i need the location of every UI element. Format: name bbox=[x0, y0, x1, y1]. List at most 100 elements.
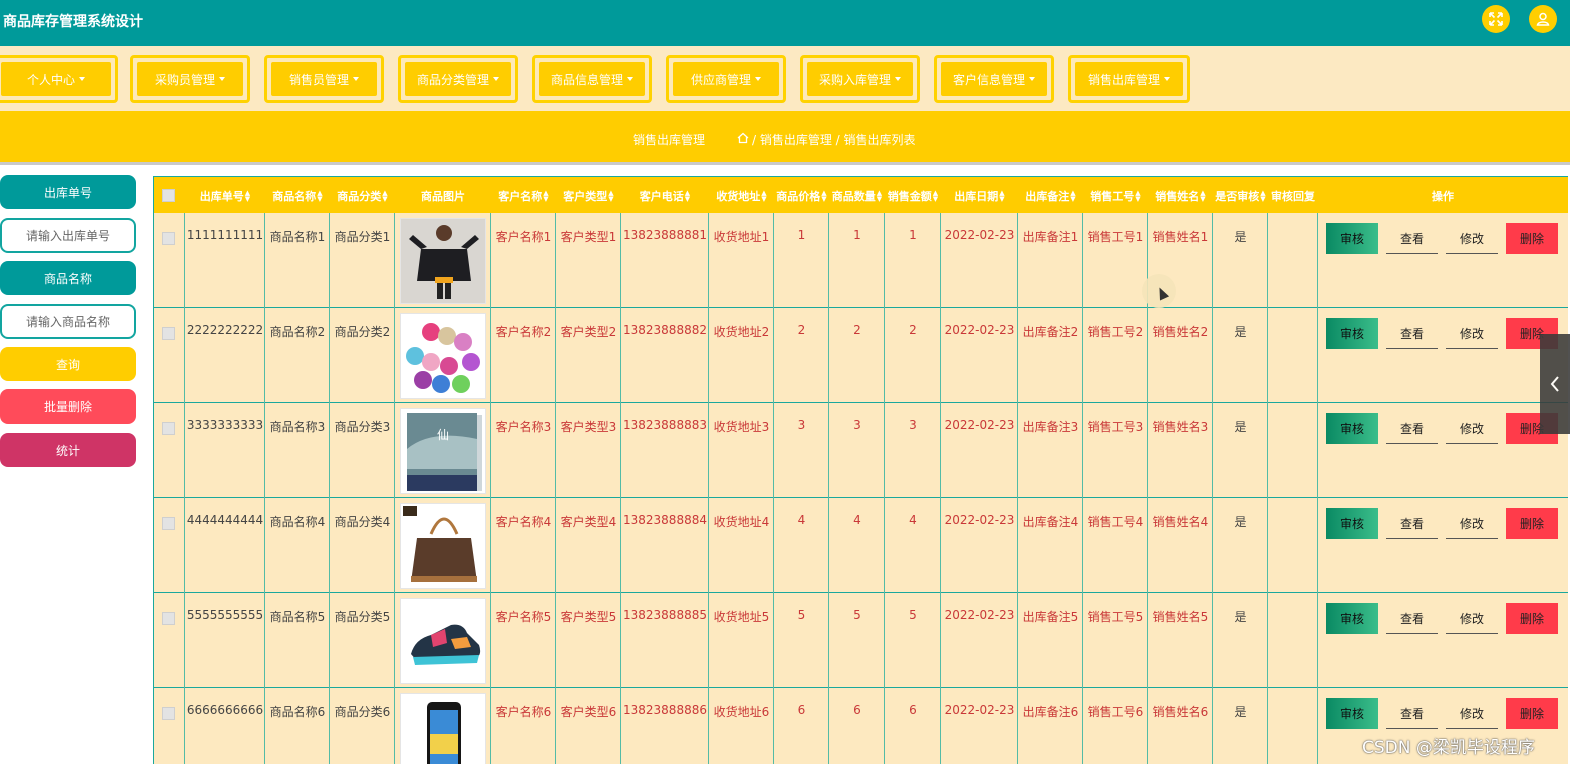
cell-price: 4 bbox=[797, 513, 806, 527]
cell-audited: 是 bbox=[1234, 325, 1247, 339]
batch-delete-button[interactable]: 批量删除 bbox=[0, 389, 136, 424]
nav-label: 销售出库管理 bbox=[1087, 72, 1160, 87]
view-button[interactable]: 查看 bbox=[1386, 318, 1438, 349]
product-name-input[interactable]: 请输入商品名称 bbox=[0, 304, 136, 339]
row-checkbox[interactable] bbox=[162, 517, 175, 530]
view-button[interactable]: 查看 bbox=[1386, 698, 1438, 729]
row-checkbox[interactable] bbox=[162, 612, 175, 625]
query-button[interactable]: 查询 bbox=[0, 347, 136, 381]
audit-button[interactable]: 审核 bbox=[1326, 223, 1378, 254]
cell-order: 4444444444 bbox=[186, 513, 264, 527]
col-order-no[interactable]: 出库单号 ▲ ▼ bbox=[185, 177, 265, 214]
nav-item-customer[interactable]: 客户信息管理 bbox=[934, 55, 1054, 103]
delete-button[interactable]: 删除 bbox=[1506, 603, 1558, 634]
cell-staff-no: 销售工号2 bbox=[1087, 325, 1144, 339]
order-no-input[interactable]: 请输入出库单号 bbox=[0, 218, 136, 253]
product-image[interactable] bbox=[400, 313, 486, 399]
audit-button[interactable]: 审核 bbox=[1326, 413, 1378, 444]
cell-amount: 6 bbox=[909, 703, 917, 717]
col-product-name[interactable]: 商品名称 ▲ ▼ bbox=[265, 177, 330, 214]
product-image[interactable] bbox=[400, 218, 486, 304]
nav-item-salesperson[interactable]: 销售员管理 bbox=[264, 55, 384, 103]
user-icon[interactable] bbox=[1529, 5, 1557, 33]
col-date[interactable]: 出库日期 ▲ ▼ bbox=[941, 177, 1018, 214]
header-label: 销售工号 bbox=[1090, 189, 1135, 203]
edit-button[interactable]: 修改 bbox=[1446, 698, 1498, 729]
svg-text:仙: 仙 bbox=[437, 428, 449, 442]
delete-button[interactable]: 删除 bbox=[1506, 698, 1558, 729]
col-staff-name[interactable]: 销售姓名 ▲ ▼ bbox=[1148, 177, 1213, 214]
edit-button[interactable]: 修改 bbox=[1446, 508, 1498, 539]
cell-address: 收货地址2 bbox=[713, 325, 770, 339]
header-label: 商品数量 bbox=[831, 189, 876, 203]
row-checkbox[interactable] bbox=[162, 232, 175, 245]
edit-button[interactable]: 修改 bbox=[1446, 318, 1498, 349]
delete-button[interactable]: 删除 bbox=[1506, 508, 1558, 539]
home-icon[interactable] bbox=[737, 132, 749, 147]
cell-audited: 是 bbox=[1234, 610, 1247, 624]
col-address[interactable]: 收货地址 ▲ ▼ bbox=[709, 177, 774, 214]
audit-button[interactable]: 审核 bbox=[1326, 508, 1378, 539]
col-amount[interactable]: 销售金额 ▲ ▼ bbox=[885, 177, 941, 214]
cell-qty: 4 bbox=[853, 513, 861, 527]
nav-label: 商品信息管理 bbox=[550, 72, 623, 87]
cell-address: 收货地址3 bbox=[713, 420, 770, 434]
header-label: 销售金额 bbox=[887, 189, 932, 203]
edit-button[interactable]: 修改 bbox=[1446, 413, 1498, 444]
col-audited[interactable]: 是否审核 ▲ ▼ bbox=[1213, 177, 1268, 214]
view-button[interactable]: 查看 bbox=[1386, 413, 1438, 444]
col-phone[interactable]: 客户电话 ▲ ▼ bbox=[621, 177, 709, 214]
table-row: 1111111111 商品名称1 商品分类1 客户名称1 客户类型1 1382388888… bbox=[153, 213, 1568, 308]
header-label: 商品分类 bbox=[337, 189, 382, 203]
fullscreen-icon[interactable] bbox=[1482, 5, 1510, 33]
audit-button[interactable]: 审核 bbox=[1326, 603, 1378, 634]
product-image[interactable] bbox=[400, 693, 486, 764]
select-all-checkbox[interactable] bbox=[162, 189, 175, 202]
col-qty[interactable]: 商品数量 ▲ ▼ bbox=[829, 177, 885, 214]
nav-item-product-info[interactable]: 商品信息管理 bbox=[532, 55, 652, 103]
cell-name: 商品名称3 bbox=[269, 420, 326, 434]
cell-date: 2022-02-23 bbox=[944, 608, 1015, 622]
col-note[interactable]: 出库备注 ▲ ▼ bbox=[1018, 177, 1083, 214]
col-category[interactable]: 商品分类 ▲ ▼ bbox=[330, 177, 395, 214]
col-staff-no[interactable]: 销售工号 ▲ ▼ bbox=[1083, 177, 1148, 214]
product-image[interactable] bbox=[400, 598, 486, 684]
product-image[interactable]: 仙 bbox=[400, 408, 486, 494]
col-customer[interactable]: 客户名称 ▲ ▼ bbox=[491, 177, 556, 214]
nav-item-sales-out[interactable]: 销售出库管理 bbox=[1068, 55, 1190, 103]
cell-note: 出库备注5 bbox=[1022, 610, 1079, 624]
cell-ctype: 客户类型1 bbox=[560, 230, 617, 244]
cell-ctype: 客户类型3 bbox=[560, 420, 617, 434]
row-checkbox[interactable] bbox=[162, 422, 175, 435]
view-button[interactable]: 查看 bbox=[1386, 223, 1438, 254]
header-label: 商品图片 bbox=[421, 189, 465, 203]
cell-note: 出库备注1 bbox=[1022, 230, 1079, 244]
cell-price: 5 bbox=[797, 608, 806, 622]
nav-item-personal-center[interactable]: 个人中心 bbox=[0, 55, 118, 103]
audit-button[interactable]: 审核 bbox=[1326, 318, 1378, 349]
row-checkbox[interactable] bbox=[162, 327, 175, 340]
product-image[interactable] bbox=[400, 503, 486, 589]
side-panel-toggle[interactable] bbox=[1540, 334, 1570, 434]
breadcrumb-path[interactable]: / 销售出库管理 / 销售出库列表 bbox=[752, 131, 916, 148]
cell-customer: 客户名称3 bbox=[495, 420, 552, 434]
col-actions: 操作 bbox=[1318, 177, 1568, 214]
row-checkbox[interactable] bbox=[162, 707, 175, 720]
view-button[interactable]: 查看 bbox=[1386, 508, 1438, 539]
audit-button[interactable]: 审核 bbox=[1326, 698, 1378, 729]
nav-item-supplier[interactable]: 供应商管理 bbox=[666, 55, 786, 103]
nav-item-purchaser[interactable]: 采购员管理 bbox=[130, 55, 250, 103]
col-price[interactable]: 商品价格 ▲ ▼ bbox=[774, 177, 829, 214]
header-label: 审核回复 bbox=[1271, 189, 1315, 203]
delete-button[interactable]: 删除 bbox=[1506, 223, 1558, 254]
nav-item-purchase-in[interactable]: 采购入库管理 bbox=[800, 55, 920, 103]
nav-label: 销售员管理 bbox=[288, 72, 349, 87]
stats-button[interactable]: 统计 bbox=[0, 433, 136, 467]
view-button[interactable]: 查看 bbox=[1386, 603, 1438, 634]
col-customer-type[interactable]: 客户类型 ▲ ▼ bbox=[556, 177, 621, 214]
edit-button[interactable]: 修改 bbox=[1446, 223, 1498, 254]
nav-item-category[interactable]: 商品分类管理 bbox=[398, 55, 518, 103]
edit-button[interactable]: 修改 bbox=[1446, 603, 1498, 634]
caret-down-icon bbox=[895, 77, 901, 81]
cell-address: 收货地址5 bbox=[713, 610, 770, 624]
